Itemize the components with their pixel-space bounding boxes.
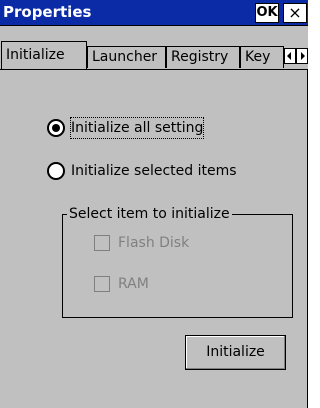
properties-window: Properties OK × Initialize Launcher Regi…: [0, 0, 308, 408]
radio-button-unchecked[interactable]: [47, 162, 65, 180]
checkbox-box[interactable]: [94, 276, 110, 292]
tab-strip: Initialize Launcher Registry Key: [0, 26, 308, 70]
window-title: Properties: [3, 3, 92, 21]
initialize-button[interactable]: Initialize: [185, 335, 286, 370]
groupbox-title: Select item to initialize: [67, 205, 232, 223]
tab-panel-border: [0, 69, 308, 70]
select-items-groupbox: [62, 214, 293, 318]
close-button[interactable]: ×: [283, 3, 307, 23]
tab-key[interactable]: Key: [240, 46, 284, 68]
ok-button[interactable]: OK: [255, 3, 279, 23]
checkbox-box[interactable]: [94, 235, 110, 251]
title-bar: Properties OK ×: [0, 0, 308, 26]
tab-scroll-right-button[interactable]: [296, 48, 308, 64]
checkbox-flash-disk-label: Flash Disk: [118, 235, 190, 251]
radio-initialize-selected-label: Initialize selected items: [71, 163, 237, 179]
arrow-left-icon: [287, 52, 291, 60]
radio-button-checked[interactable]: [47, 119, 65, 137]
checkbox-ram-label: RAM: [118, 276, 149, 292]
tab-registry[interactable]: Registry: [166, 46, 240, 68]
radio-dot: [52, 124, 60, 132]
tab-scroll-left-button[interactable]: [284, 48, 296, 64]
tab-launcher[interactable]: Launcher: [87, 46, 166, 68]
tab-initialize[interactable]: Initialize: [1, 41, 87, 69]
radio-initialize-all-label: Initialize all setting: [69, 117, 205, 139]
arrow-right-icon: [301, 52, 305, 60]
